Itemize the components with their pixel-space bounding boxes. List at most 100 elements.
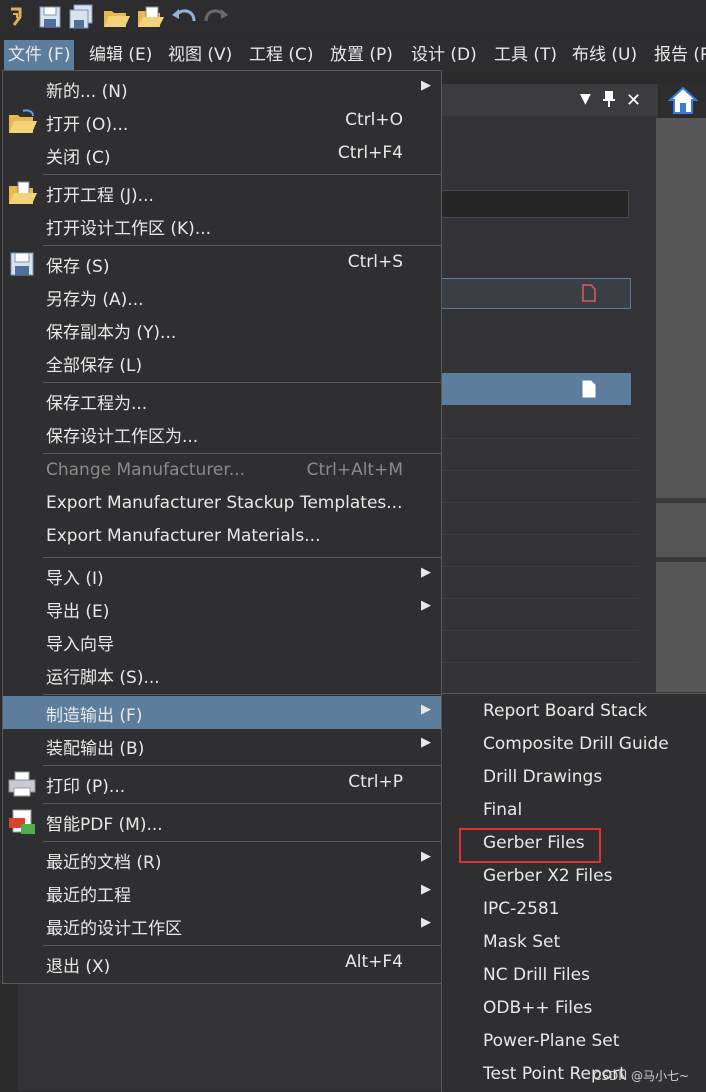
open-project-icon [6,178,38,208]
menu-bar: 文件 (F) 编辑 (E) 视图 (V) 工程 (C) 放置 (P) 设计 (D… [0,36,706,72]
menu-item-close[interactable]: 关闭 (C) Ctrl+F4 [3,138,441,171]
watermark: CSDN @马小七~ [593,1069,690,1083]
submenu-arrow-icon: ▶ [421,735,431,750]
menu-separator [43,557,441,558]
menu-item-export-stackup-templates[interactable]: Export Manufacturer Stackup Templates... [3,488,441,521]
menu-item-export[interactable]: 导出 (E) ▶ [3,592,441,625]
menu-item-recent-workspaces[interactable]: 最近的设计工作区 ▶ [3,909,441,942]
menu-item-save-project-as[interactable]: 保存工程为... [3,384,441,417]
print-icon [6,769,38,799]
divider [440,438,638,439]
close-icon[interactable]: ✕ [626,90,641,111]
menu-item-import[interactable]: 导入 (I) ▶ [3,559,441,592]
file-row-selected[interactable] [440,373,631,405]
menu-file[interactable]: 文件 (F) [4,40,75,70]
submenu-arrow-icon: ▶ [421,702,431,717]
menu-route[interactable]: 布线 (U) [568,40,641,70]
menu-item-assembly-outputs[interactable]: 装配输出 (B) ▶ [3,729,441,762]
divider [440,630,638,631]
submenu-arrow-icon: ▶ [421,565,431,580]
menu-design[interactable]: 设计 (D) [407,40,481,70]
menu-separator [43,382,441,383]
divider [440,502,638,503]
menu-view[interactable]: 视图 (V) [164,40,236,70]
undo-icon[interactable] [170,3,198,31]
open-icon[interactable] [102,3,130,31]
search-field[interactable] [440,190,629,218]
open-project-icon[interactable] [136,3,164,31]
menu-item-change-manufacturer: Change Manufacturer... Ctrl+Alt+M [46,460,403,480]
menu-item-new[interactable]: 新的... (N) ▶ [3,72,441,105]
menu-item-open-project[interactable]: 打开工程 (J)... [3,176,441,209]
menu-item-print[interactable]: 打印 (P)... Ctrl+P [3,767,441,800]
menu-item-exit[interactable]: 退出 (X) Alt+F4 [3,947,441,980]
save-icon [6,249,38,279]
submenu-item-report-board-stack[interactable]: Report Board Stack [442,696,706,729]
submenu-arrow-icon: ▶ [421,882,431,897]
dropdown-icon[interactable]: ▼ [580,91,591,107]
submenu-item-power-plane-set[interactable]: Power-Plane Set [442,1026,706,1059]
redo-icon [202,3,230,31]
menu-separator [43,245,441,246]
divider [440,534,638,535]
menu-separator [43,945,441,946]
menu-separator [43,765,441,766]
menu-tools[interactable]: 工具 (T) [490,40,561,70]
save-all-icon[interactable] [68,3,96,31]
menu-item-save-workspace-as[interactable]: 保存设计工作区为... [3,417,441,450]
submenu-item-mask-set[interactable]: Mask Set [442,927,706,960]
submenu-item-ipc-2581[interactable]: IPC-2581 [442,894,706,927]
submenu-item-final[interactable]: Final [442,795,706,828]
open-folder-icon [6,107,38,137]
divider [440,598,638,599]
smart-pdf-icon [6,807,38,837]
file-row[interactable] [440,278,631,309]
menu-edit[interactable]: 编辑 (E) [85,40,156,70]
save-icon[interactable] [36,3,64,31]
submenu-arrow-icon: ▶ [421,78,431,93]
menu-place[interactable]: 放置 (P) [326,40,397,70]
submenu-item-gerber-x2-files[interactable]: Gerber X2 Files [442,861,706,894]
menu-item-fabrication-outputs[interactable]: 制造输出 (F) ▶ [3,696,441,729]
menu-separator [43,174,441,175]
menu-item-save-as[interactable]: 另存为 (A)... [3,280,441,313]
quick-access-toolbar [0,0,706,34]
menu-project[interactable]: 工程 (C) [245,40,318,70]
menu-item-save-copy-as[interactable]: 保存副本为 (Y)... [3,313,441,346]
menu-item-open[interactable]: 打开 (O)... Ctrl+O [3,105,441,138]
home-icon[interactable] [660,84,706,116]
divider [440,566,638,567]
pin-icon[interactable] [603,90,615,113]
menu-reports[interactable]: 报告 (R [650,40,706,70]
divider [440,662,638,663]
right-panel-block [656,118,706,498]
document-icon [582,380,596,398]
menu-item-smart-pdf[interactable]: 智能PDF (M)... [3,805,441,838]
menu-item-export-materials[interactable]: Export Manufacturer Materials... [3,521,441,554]
submenu-item-drill-drawings[interactable]: Drill Drawings [442,762,706,795]
panel-header: ▼ ✕ [440,84,658,116]
submenu-item-odb-files[interactable]: ODB++ Files [442,993,706,1026]
menu-item-open-workspace[interactable]: 打开设计工作区 (K)... [3,209,441,242]
right-panel-block [656,562,706,692]
submenu-item-composite-drill-guide[interactable]: Composite Drill Guide [442,729,706,762]
menu-item-recent-projects[interactable]: 最近的工程 ▶ [3,876,441,909]
fabrication-outputs-submenu: Report Board Stack Composite Drill Guide… [441,693,706,1092]
submenu-arrow-icon: ▶ [421,598,431,613]
menu-item-save[interactable]: 保存 (S) Ctrl+S [3,247,441,280]
submenu-arrow-icon: ▶ [421,915,431,930]
menu-item-run-script[interactable]: 运行脚本 (S)... [3,658,441,691]
menu-item-import-wizard[interactable]: 导入向导 [3,625,441,658]
document-icon [582,284,596,302]
menu-separator [43,803,441,804]
file-menu: 新的... (N) ▶ 打开 (O)... Ctrl+O 关闭 (C) Ctrl… [2,70,442,984]
menu-item-recent-documents[interactable]: 最近的文档 (R) ▶ [3,843,441,876]
submenu-arrow-icon: ▶ [421,849,431,864]
right-panel-block [656,503,706,557]
gerber-files-callout [459,828,601,863]
menu-separator [43,841,441,842]
divider [440,470,638,471]
menu-item-save-all[interactable]: 全部保存 (L) [3,346,441,379]
app-logo-icon[interactable] [2,3,30,31]
submenu-item-nc-drill-files[interactable]: NC Drill Files [442,960,706,993]
